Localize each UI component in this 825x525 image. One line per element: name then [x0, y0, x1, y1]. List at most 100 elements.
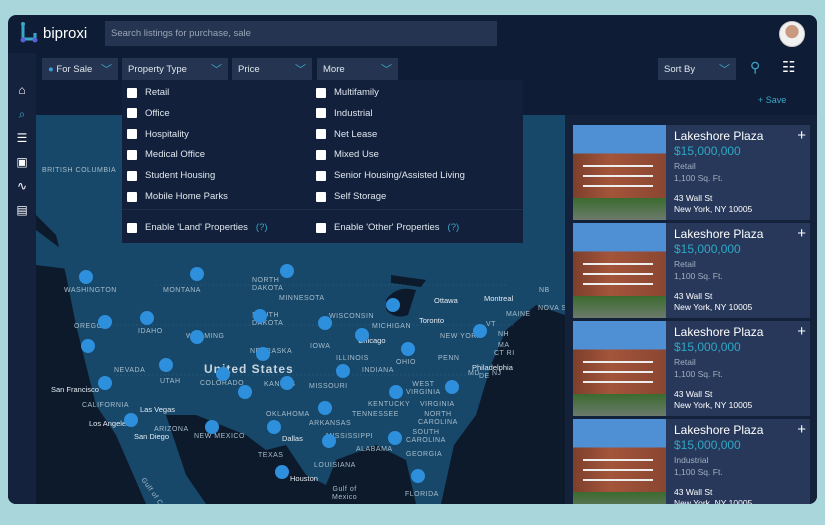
- app-window: biproxi Search listings for purchase, sa…: [8, 15, 817, 504]
- map-marker[interactable]: [124, 413, 138, 427]
- checkbox[interactable]: [127, 222, 137, 233]
- checkbox-property-type[interactable]: Multifamily: [316, 87, 379, 98]
- checkbox-property-type[interactable]: Self Storage: [316, 191, 386, 202]
- map-marker[interactable]: [411, 469, 425, 483]
- add-icon[interactable]: +: [797, 127, 806, 144]
- help-link[interactable]: (?): [448, 222, 460, 233]
- listing-card[interactable]: Lakeshore Plaza $15,000,000 Retail 1,100…: [573, 223, 810, 318]
- checkbox[interactable]: [127, 149, 137, 160]
- checkbox-property-type[interactable]: Senior Housing/Assisted Living: [316, 170, 465, 181]
- checkbox-property-type[interactable]: Industrial: [316, 108, 373, 119]
- save-search-button[interactable]: + Save: [758, 95, 786, 105]
- map-marker[interactable]: [389, 385, 403, 399]
- map-marker[interactable]: [355, 328, 369, 342]
- map-marker[interactable]: [238, 385, 252, 399]
- map-marker[interactable]: [318, 401, 332, 415]
- map-pin-icon[interactable]: ⚲: [750, 59, 760, 76]
- price-dropdown[interactable]: Price ﹀: [232, 58, 312, 80]
- chevron-down-icon: ﹀: [719, 64, 730, 76]
- map-marker[interactable]: [336, 364, 350, 378]
- map-label: KENTUCKY: [368, 401, 411, 408]
- listing-size: 1,100 Sq. Ft.: [674, 467, 723, 477]
- map-marker[interactable]: [386, 298, 400, 312]
- listing-card[interactable]: Lakeshore Plaza $15,000,000 Industrial 1…: [573, 419, 810, 504]
- checkbox-property-type[interactable]: Mobile Home Parks: [127, 191, 228, 202]
- map-marker[interactable]: [318, 316, 332, 330]
- property-type-dropdown[interactable]: Property Type ﹀: [122, 58, 228, 80]
- status-dropdown[interactable]: ● For Sale ﹀: [42, 58, 118, 80]
- map-label: MISSOURI: [309, 383, 348, 390]
- map-marker[interactable]: [256, 347, 270, 361]
- checkbox[interactable]: [316, 87, 326, 98]
- map-marker[interactable]: [280, 376, 294, 390]
- listing-street: 43 Wall St: [674, 389, 713, 399]
- add-icon[interactable]: +: [797, 421, 806, 438]
- map-label: Ottawa: [434, 296, 458, 305]
- checkbox-property-type[interactable]: Net Lease: [316, 129, 377, 140]
- more-dropdown[interactable]: More ﹀: [317, 58, 398, 80]
- map-marker[interactable]: [275, 465, 289, 479]
- add-icon[interactable]: +: [797, 225, 806, 242]
- checkbox-property-type[interactable]: Medical Office: [127, 149, 205, 160]
- checkbox[interactable]: [127, 129, 137, 140]
- help-link[interactable]: (?): [256, 222, 268, 233]
- checkbox[interactable]: [127, 87, 137, 98]
- listing-street: 43 Wall St: [674, 193, 713, 203]
- map-marker[interactable]: [253, 309, 267, 323]
- sort-label: Sort By: [664, 64, 696, 75]
- map-marker[interactable]: [159, 358, 173, 372]
- checkbox[interactable]: [316, 170, 326, 181]
- avatar[interactable]: [779, 21, 805, 47]
- add-icon[interactable]: +: [797, 323, 806, 340]
- checkbox-property-type[interactable]: Office: [127, 108, 170, 119]
- home-icon[interactable]: ⌂: [8, 78, 36, 102]
- map-marker[interactable]: [267, 420, 281, 434]
- map-marker[interactable]: [98, 376, 112, 390]
- search-input[interactable]: Search listings for purchase, sale: [105, 21, 497, 46]
- map-marker[interactable]: [205, 420, 219, 434]
- listing-card[interactable]: Lakeshore Plaza $15,000,000 Retail 1,100…: [573, 321, 810, 416]
- list-icon[interactable]: ☰: [8, 126, 36, 150]
- map-marker[interactable]: [322, 434, 336, 448]
- activity-icon[interactable]: ∿: [8, 174, 36, 198]
- map-marker[interactable]: [79, 270, 93, 284]
- map-marker[interactable]: [190, 267, 204, 281]
- checkbox[interactable]: [316, 149, 326, 160]
- listing-card[interactable]: Lakeshore Plaza $15,000,000 Retail 1,100…: [573, 125, 810, 220]
- map-marker[interactable]: [401, 342, 415, 356]
- checkbox-property-type[interactable]: Retail: [127, 87, 169, 98]
- checkbox[interactable]: [316, 129, 326, 140]
- checkbox-property-type[interactable]: Student Housing: [127, 170, 215, 181]
- map-marker[interactable]: [473, 324, 487, 338]
- list-view-icon[interactable]: ☷: [782, 58, 795, 76]
- checkbox-label: Student Housing: [145, 170, 216, 182]
- checkbox-enable-other[interactable]: Enable 'Other' Properties (?): [316, 222, 459, 233]
- map-marker[interactable]: [81, 339, 95, 353]
- checkbox[interactable]: [127, 170, 137, 181]
- contact-icon[interactable]: ▣: [8, 150, 36, 174]
- map-marker[interactable]: [190, 330, 204, 344]
- sort-dropdown[interactable]: Sort By ﹀: [658, 58, 736, 80]
- map-label: WASHINGTON: [64, 287, 117, 294]
- map-marker[interactable]: [280, 264, 294, 278]
- checkbox-property-type[interactable]: Hospitality: [127, 129, 189, 140]
- map-marker[interactable]: [140, 311, 154, 325]
- map-marker[interactable]: [445, 380, 459, 394]
- checkbox[interactable]: [316, 191, 326, 202]
- checkbox-property-type[interactable]: Mixed Use: [316, 149, 379, 160]
- listing-photo: [573, 125, 666, 220]
- checkbox-enable-land[interactable]: Enable 'Land' Properties (?): [127, 222, 268, 233]
- logo[interactable]: biproxi: [18, 21, 87, 45]
- chevron-down-icon: ﹀: [381, 64, 392, 76]
- checkbox[interactable]: [316, 108, 326, 119]
- map-marker[interactable]: [216, 367, 230, 381]
- news-icon[interactable]: ▤: [8, 198, 36, 222]
- checkbox[interactable]: [127, 108, 137, 119]
- checkbox[interactable]: [127, 191, 137, 202]
- checkbox[interactable]: [316, 222, 326, 233]
- map-marker[interactable]: [388, 431, 402, 445]
- checkbox-label: Multifamily: [334, 87, 379, 98]
- search-icon[interactable]: ⌕: [8, 102, 36, 126]
- map-label: PENN: [438, 355, 460, 362]
- map-marker[interactable]: [98, 315, 112, 329]
